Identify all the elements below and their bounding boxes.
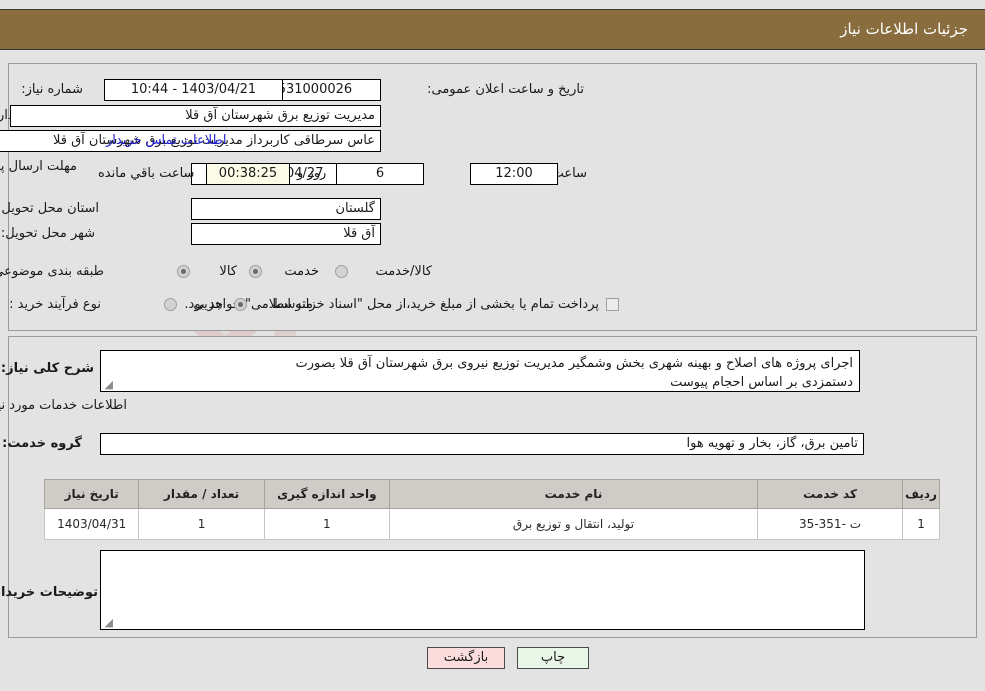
resize-grip-icon[interactable]: ◢: [103, 379, 113, 390]
th-service-name: نام خدمت: [388, 479, 758, 509]
category-radio-kala-khedmat[interactable]: [335, 265, 348, 278]
tender-details-page: AriaTender.net جزئیات اطلاعات نیاز شماره…: [0, 0, 985, 691]
th-service-code: کد خدمت: [756, 479, 904, 509]
services-section-heading: اطلاعات خدمات مورد نیاز: [0, 398, 127, 413]
public-announce-field[interactable]: 1403/04/21 - 10:44: [104, 79, 283, 101]
description-label: شرح کلی نیاز:: [0, 361, 94, 376]
th-unit: واحد اندازه گیری: [263, 479, 390, 509]
description-textarea[interactable]: اجرای پروژه های اصلاح و بهینه شهری بخش و…: [100, 350, 860, 392]
need-number-label: شماره نیاز:: [21, 82, 83, 97]
description-line-1: اجرای پروژه های اصلاح و بهینه شهری بخش و…: [295, 356, 853, 371]
category-label: طبقه بندی موضوعی:: [0, 264, 104, 279]
treasury-payment-checkbox[interactable]: [606, 298, 619, 311]
back-button[interactable]: بازگشت: [427, 647, 505, 669]
countdown-label: ساعت باقي مانده: [98, 166, 195, 181]
cell-row: 1: [902, 508, 940, 540]
cell-unit: 1: [263, 508, 390, 540]
city-field[interactable]: آق قلا: [191, 223, 381, 245]
purchase-type-radio-jozi[interactable]: [164, 298, 177, 311]
public-announce-label: تاریخ و ساعت اعلان عمومی:: [427, 82, 584, 97]
province-label: استان محل تحویل:: [0, 201, 99, 216]
cell-need-date: 1403/04/31: [43, 508, 140, 540]
countdown-field: 00:38:25: [206, 163, 290, 185]
category-option-0-label: کالا: [219, 264, 237, 279]
services-table: ردیف کد خدمت نام خدمت واحد اندازه گیری ت…: [43, 479, 940, 540]
description-line-2: دستمزدی بر اساس احجام پیوست: [670, 375, 853, 390]
th-quantity: تعداد / مقدار: [138, 479, 265, 509]
buyer-contact-link[interactable]: اطلاعات تماس خریدار: [106, 133, 226, 148]
category-radio-khedmat[interactable]: [249, 265, 262, 278]
category-radio-kala[interactable]: [177, 265, 190, 278]
resize-grip-icon[interactable]: ◢: [103, 617, 113, 628]
province-field[interactable]: گلستان: [191, 198, 381, 220]
need-info-panel: [8, 63, 977, 331]
deadline-time-field[interactable]: 12:00: [470, 163, 558, 185]
category-option-1-label: خدمت: [284, 264, 319, 279]
buyer-org-field[interactable]: مدیریت توزیع برق شهرستان آق قلا: [10, 105, 381, 127]
buyer-notes-textarea[interactable]: ◢: [100, 550, 865, 630]
service-group-field[interactable]: تامین برق، گاز، بخار و تهویه هوا: [100, 433, 864, 455]
table-header-row: ردیف کد خدمت نام خدمت واحد اندازه گیری ت…: [43, 479, 940, 509]
table-row: 1 ت -351-35 تولید، انتقال و توزیع برق 1 …: [43, 508, 940, 540]
th-row: ردیف: [902, 479, 940, 509]
page-header: جزئیات اطلاعات نیاز: [0, 9, 985, 50]
cell-quantity: 1: [138, 508, 265, 540]
service-group-label: گروه خدمت:: [2, 436, 82, 451]
city-label: شهر محل تحویل:: [0, 226, 95, 241]
th-need-date: تاریخ نیاز: [43, 479, 140, 509]
buyer-notes-label: توضیحات خریدار:: [0, 585, 98, 600]
category-option-2-label: کالا/خدمت: [375, 264, 432, 279]
deadline-days-label: روز و: [297, 166, 327, 181]
purchase-type-label: نوع فرآیند خرید :: [9, 297, 101, 312]
purchase-type-radio-motavaset[interactable]: [234, 298, 247, 311]
deadline-days-field[interactable]: 6: [336, 163, 424, 185]
deadline-label: مهلت ارسال پاسخ: تا تاریخ:: [0, 159, 77, 174]
print-button[interactable]: چاپ: [517, 647, 589, 669]
cell-service-code: ت -351-35: [756, 508, 904, 540]
cell-service-name: تولید، انتقال و توزیع برق: [388, 508, 758, 540]
page-title: جزئیات اطلاعات نیاز: [840, 20, 968, 38]
